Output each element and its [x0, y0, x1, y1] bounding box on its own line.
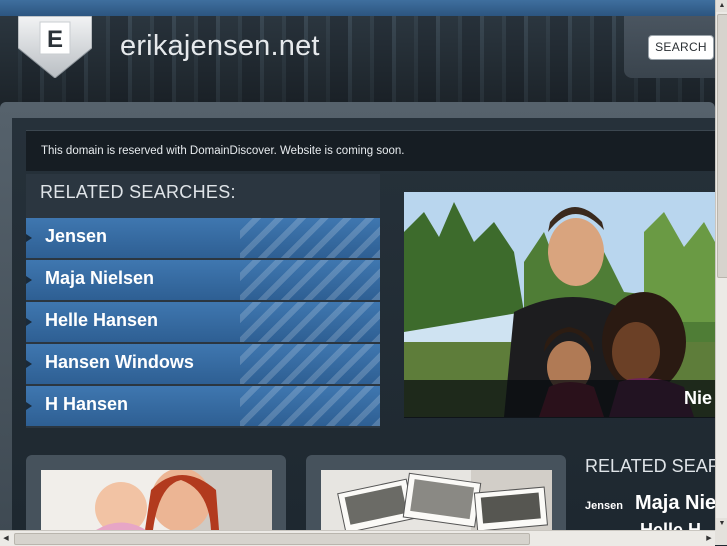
- related-search-link[interactable]: Helle Hansen: [45, 310, 158, 331]
- related-search-link[interactable]: H Hansen: [45, 394, 128, 415]
- related-search-link[interactable]: Jensen: [585, 500, 623, 512]
- related-search-link[interactable]: Maja Nielsen: [45, 268, 154, 289]
- search-button[interactable]: SEARCH: [648, 35, 714, 60]
- chevron-pattern: [240, 344, 380, 384]
- list-bullet-icon: [26, 234, 32, 242]
- list-bullet-icon: [26, 360, 32, 368]
- featured-caption-text[interactable]: Nie: [684, 388, 712, 409]
- chevron-pattern: [240, 260, 380, 300]
- related-searches-list: Jensen Maja Nielsen Helle Hansen Hansen …: [26, 218, 380, 428]
- featured-caption[interactable]: Nie: [404, 380, 715, 418]
- scroll-right-arrow-icon[interactable]: ▶: [703, 531, 715, 546]
- horizontal-scrollbar[interactable]: ◀ ▶: [0, 530, 715, 546]
- thumbnail-image-family[interactable]: [41, 470, 272, 530]
- chevron-pattern: [240, 386, 380, 426]
- related-searches-heading: RELATED SEARCHES:: [40, 182, 236, 202]
- horizontal-scroll-thumb[interactable]: [14, 533, 530, 545]
- related-search-item[interactable]: Maja Nielsen: [26, 260, 380, 300]
- list-bullet-icon: [26, 318, 32, 326]
- related-search-link[interactable]: Jensen: [45, 226, 107, 247]
- related-search-link[interactable]: Hansen Windows: [45, 352, 194, 373]
- logo-shield-icon[interactable]: E: [18, 16, 92, 78]
- related-search-item[interactable]: Helle Hansen: [26, 302, 380, 342]
- header: [0, 16, 715, 106]
- related-search-link[interactable]: Maja Nie: [635, 492, 716, 515]
- scroll-left-arrow-icon[interactable]: ◀: [0, 531, 12, 546]
- site-title[interactable]: erikajensen.net: [120, 30, 320, 63]
- scroll-down-arrow-icon[interactable]: ▼: [716, 518, 727, 530]
- scrollbar-corner: [715, 530, 727, 545]
- vertical-scrollbar[interactable]: ▲ ▼: [715, 0, 727, 530]
- domain-notice: This domain is reserved with DomainDisco…: [26, 130, 715, 171]
- list-bullet-icon: [26, 402, 32, 410]
- related-searches-heading-2: RELATED SEAR: [585, 456, 721, 476]
- related-search-item[interactable]: Jensen: [26, 218, 380, 258]
- logo-letter: E: [47, 26, 63, 53]
- chevron-pattern: [240, 302, 380, 342]
- scroll-up-arrow-icon[interactable]: ▲: [716, 0, 727, 12]
- list-bullet-icon: [26, 276, 32, 284]
- vertical-scroll-thumb[interactable]: [717, 14, 727, 278]
- related-search-item[interactable]: H Hansen: [26, 386, 380, 426]
- thumbnail-image-photos[interactable]: [321, 470, 552, 530]
- chevron-pattern: [240, 218, 380, 258]
- domain-notice-text: This domain is reserved with DomainDisco…: [41, 145, 405, 157]
- top-stripe: [0, 0, 715, 16]
- related-search-item[interactable]: Hansen Windows: [26, 344, 380, 384]
